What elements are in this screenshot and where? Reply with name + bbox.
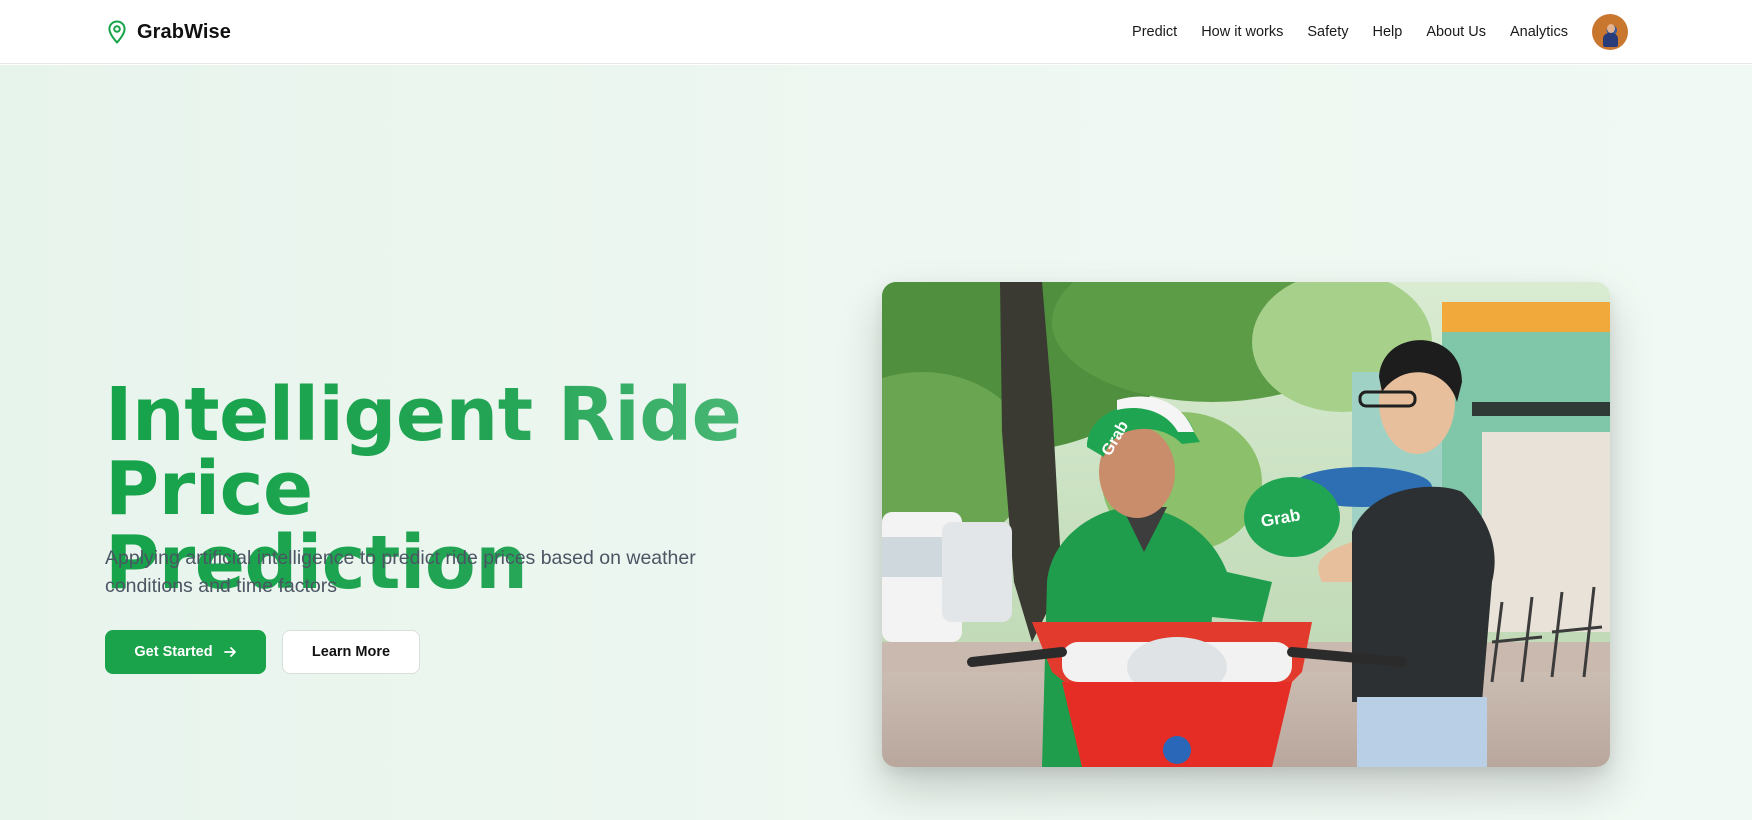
nav-link-analytics[interactable]: Analytics bbox=[1510, 24, 1568, 40]
nav-links: Predict How it works Safety Help About U… bbox=[1132, 14, 1628, 50]
hero-photo: Grab Grab bbox=[882, 282, 1610, 767]
nav-link-help[interactable]: Help bbox=[1372, 24, 1402, 40]
brand-name: GrabWise bbox=[137, 20, 231, 43]
map-pin-icon bbox=[108, 20, 126, 44]
avatar-face bbox=[1607, 24, 1615, 33]
nav-link-about-us[interactable]: About Us bbox=[1426, 24, 1486, 40]
user-avatar[interactable] bbox=[1592, 14, 1628, 50]
top-navbar: GrabWise Predict How it works Safety Hel… bbox=[0, 0, 1752, 64]
nav-link-predict[interactable]: Predict bbox=[1132, 24, 1177, 40]
get-started-label: Get Started bbox=[134, 644, 213, 660]
learn-more-button[interactable]: Learn More bbox=[282, 630, 420, 674]
arrow-right-icon bbox=[223, 647, 236, 657]
learn-more-label: Learn More bbox=[311, 644, 391, 660]
hero-subtitle: Applying artificial intelligence to pred… bbox=[105, 547, 696, 597]
nav-link-safety[interactable]: Safety bbox=[1307, 24, 1348, 40]
avatar-body bbox=[1603, 33, 1618, 47]
hero-photo-illustration: Grab Grab bbox=[882, 282, 1610, 767]
hero-title-line-1: Intelligent Ride Price bbox=[105, 372, 742, 532]
nav-link-how-it-works[interactable]: How it works bbox=[1201, 24, 1283, 40]
brand-logo[interactable]: GrabWise bbox=[105, 19, 231, 45]
get-started-button[interactable]: Get Started bbox=[105, 630, 266, 674]
